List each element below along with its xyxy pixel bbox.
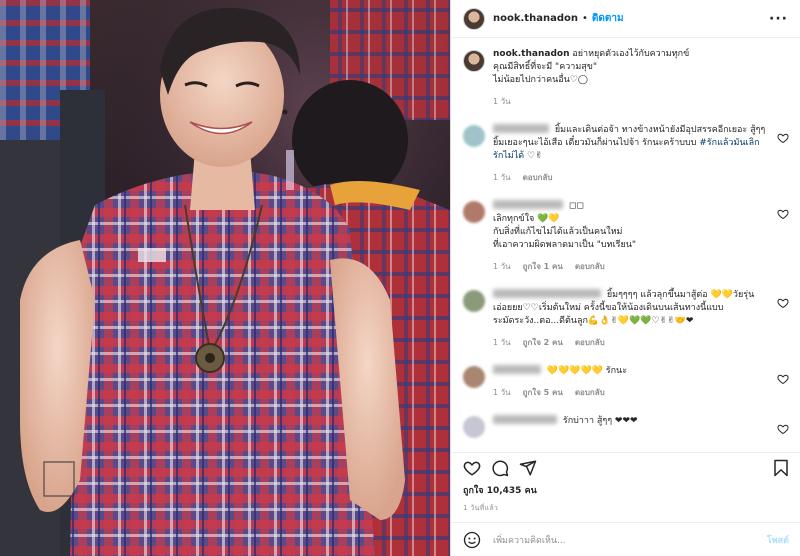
add-comment-bar: เพิ่มความคิดเห็น... โพสต์ xyxy=(451,522,800,556)
comment-timestamp[interactable]: 1 วัน xyxy=(493,336,511,349)
commenter-avatar[interactable] xyxy=(463,416,485,438)
likes-count[interactable]: ถูกใจ 10,435 คน xyxy=(463,483,789,497)
post-header: nook.thanadon • ติดตาม ··· xyxy=(451,0,800,38)
caption-username[interactable]: nook.thanadon xyxy=(493,49,569,59)
caption-timestamp[interactable]: 1 วัน xyxy=(493,95,511,108)
more-options-icon[interactable]: ··· xyxy=(769,11,788,27)
reply-button[interactable]: ตอบกลับ xyxy=(575,386,605,399)
comment-timestamp[interactable]: 1 วัน xyxy=(493,171,511,184)
comment-line-3: กับสิ่งที่แก้ไขไม่ได้แล้วเป็นคนใหม่ xyxy=(493,227,623,237)
caption-avatar[interactable] xyxy=(463,50,485,72)
comment-like-icon[interactable] xyxy=(777,373,789,385)
comment-item: ◻◻ เลิกทุกข์ใจ 💚💛 กับสิ่งที่แก้ไขไม่ได้แ… xyxy=(463,200,789,273)
comment-likes-count[interactable]: ถูกใจ 1 คน xyxy=(523,260,563,273)
comment-like-icon[interactable] xyxy=(777,208,789,220)
caption-line-2: คุณมีสิทธิ์ที่จะมี "ความสุข" xyxy=(493,62,598,72)
send-icon[interactable] xyxy=(519,459,537,477)
commenter-username-blurred[interactable] xyxy=(493,289,601,298)
comment-timestamp[interactable]: 1 วัน xyxy=(493,386,511,399)
commenter-avatar[interactable] xyxy=(463,201,485,223)
comment-text: 💛💛💛💛💛 รักนะ xyxy=(546,366,628,376)
comment-timestamp[interactable]: 1 วัน xyxy=(493,260,511,273)
comment-like-icon[interactable] xyxy=(777,132,789,144)
reply-button[interactable]: ตอบกลับ xyxy=(575,336,605,349)
comment-text: ยิ้มๆๆๆๆ แล้วลุกขึ้นมาสู้ต่อ 💛💛วัยรุ่น xyxy=(606,290,755,300)
comment-item: ยิ้มและเดินต่อจ้า ทางข้างหน้ายังมีอุปสรร… xyxy=(463,124,789,184)
photo-illustration xyxy=(0,0,450,556)
post-photo[interactable] xyxy=(0,0,450,556)
bookmark-icon[interactable] xyxy=(773,459,789,477)
caption-line-3: ไม่น้อยไปกว่าคนอื่น♡◯ xyxy=(493,75,588,85)
comment-item: รักบ่าาา สู้ๆๆ ❤❤❤ xyxy=(463,415,789,438)
commenter-username-blurred[interactable] xyxy=(493,124,549,133)
post-side-panel: nook.thanadon • ติดตาม ··· nook.thanadon… xyxy=(450,0,800,556)
comment-likes-count[interactable]: ถูกใจ 5 คน xyxy=(523,386,563,399)
follow-button[interactable]: ติดตาม xyxy=(592,11,624,26)
commenter-avatar[interactable] xyxy=(463,125,485,147)
post-caption: nook.thanadon อย่าหยุดตัวเองไว้กับความทุ… xyxy=(463,48,789,108)
comment-item: ยิ้มๆๆๆๆ แล้วลุกขึ้นมาสู้ต่อ 💛💛วัยรุ่น เ… xyxy=(463,289,789,349)
post-actions: ถูกใจ 10,435 คน 1 วันที่แล้ว xyxy=(451,452,800,514)
comment-like-icon[interactable] xyxy=(777,423,789,435)
comment-line-3: ระมัดระวัง..ตอ...ดีต้นลูก💪👌✌💛💚💚♡✌✌🤝❤ xyxy=(493,316,694,326)
comment-emoji: ♡✌ xyxy=(524,151,543,161)
post-time-ago[interactable]: 1 วันที่แล้ว xyxy=(463,503,789,514)
heart-icon[interactable] xyxy=(463,459,481,477)
commenter-username-blurred[interactable] xyxy=(493,365,541,374)
instagram-post-view: nook.thanadon • ติดตาม ··· nook.thanadon… xyxy=(0,0,800,556)
caption-line-1: อย่าหยุดตัวเองไว้กับความทุกข์ xyxy=(572,49,690,59)
emoji-icon[interactable] xyxy=(463,531,481,549)
comment-like-icon[interactable] xyxy=(777,297,789,309)
add-comment-input[interactable]: เพิ่มความคิดเห็น... xyxy=(493,533,767,547)
comments-scroll-area[interactable]: nook.thanadon อย่าหยุดตัวเองไว้กับความทุ… xyxy=(451,48,800,444)
comment-item: 💛💛💛💛💛 รักนะ 1 วัน ถูกใจ 5 คน ตอบกลับ xyxy=(463,365,789,399)
commenter-username-blurred[interactable] xyxy=(493,200,563,209)
post-comment-button[interactable]: โพสต์ xyxy=(767,533,789,547)
comment-line-2: เอ่อยยย♡♡เริ่มต้นใหม่ ครั้งนี้ขอให้น้องเ… xyxy=(493,303,724,313)
commenter-avatar[interactable] xyxy=(463,290,485,312)
reply-button[interactable]: ตอบกลับ xyxy=(523,171,553,184)
comment-text: รักบ่าาา สู้ๆๆ ❤❤❤ xyxy=(562,416,638,426)
comment-likes-count[interactable]: ถูกใจ 2 คน xyxy=(523,336,563,349)
comment-icon[interactable] xyxy=(491,459,509,477)
separator-dot: • xyxy=(581,13,588,24)
comment-line-4: ที่เอาความผิดพลาดมาเป็น "บทเรียน" xyxy=(493,240,637,250)
reply-button[interactable]: ตอบกลับ xyxy=(575,260,605,273)
comment-text: ◻◻ xyxy=(568,201,584,211)
commenter-username-blurred[interactable] xyxy=(493,415,557,424)
commenter-avatar[interactable] xyxy=(463,366,485,388)
author-username[interactable]: nook.thanadon xyxy=(493,13,578,24)
author-avatar[interactable] xyxy=(463,7,485,30)
comment-line-2: เลิกทุกข์ใจ 💚💛 xyxy=(493,214,560,224)
